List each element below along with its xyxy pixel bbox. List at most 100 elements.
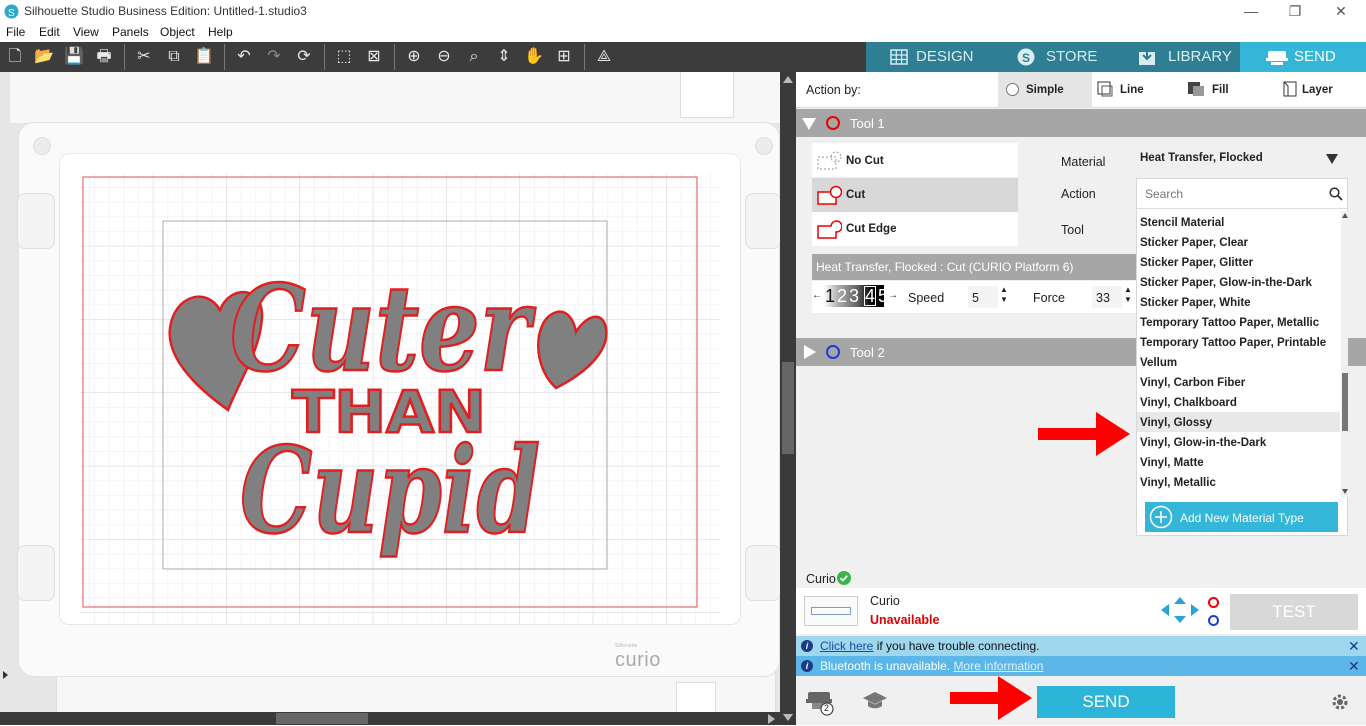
cut-option-no-cut[interactable]: No Cut: [812, 143, 1018, 177]
material-item-vinyl-metallic[interactable]: Vinyl, Metallic: [1140, 473, 1216, 493]
depth-left-arrow-icon[interactable]: ←: [812, 290, 822, 301]
fit-to-page-icon[interactable]: ⊞: [552, 46, 576, 68]
mode-fill-label: Fill: [1212, 84, 1229, 96]
deselect-icon[interactable]: ⊠: [362, 46, 386, 68]
mat-corner-dot: [755, 137, 773, 155]
mode-fill[interactable]: Fill: [1186, 72, 1266, 108]
select-all-icon[interactable]: ⬚: [332, 46, 356, 68]
paste-icon[interactable]: 📋: [192, 46, 216, 68]
material-item-vinyl-glossy[interactable]: Vinyl, Glossy: [1140, 413, 1212, 433]
new-file-icon[interactable]: 🗋: [3, 46, 27, 68]
material-item-sticker-paper-glitter[interactable]: Sticker Paper, Glitter: [1140, 253, 1253, 273]
copy-icon[interactable]: ⧉: [162, 46, 186, 68]
canvas-horizontal-scrollbar[interactable]: [0, 712, 780, 725]
material-item-sticker-paper-white[interactable]: Sticker Paper, White: [1140, 293, 1251, 313]
drag-zoom-icon[interactable]: ⇕: [492, 46, 516, 68]
close-window-icon[interactable]: ✕: [1318, 0, 1364, 24]
device-status: Unavailable: [870, 613, 940, 627]
menu-edit[interactable]: Edit: [39, 25, 60, 39]
add-material-button[interactable]: Add New Material Type: [1145, 502, 1338, 532]
design-word-cupid[interactable]: Cupid: [239, 420, 542, 562]
speed-input[interactable]: 5: [968, 286, 998, 308]
material-item-vellum[interactable]: Vellum: [1140, 353, 1177, 373]
canvas-expand-arrow-icon[interactable]: [0, 668, 10, 682]
chevron-down-icon[interactable]: [1326, 154, 1338, 164]
material-item-sticker-paper-glow[interactable]: Sticker Paper, Glow-in-the-Dark: [1140, 273, 1312, 293]
scrollbar-thumb[interactable]: [276, 713, 368, 724]
tab-design[interactable]: DESIGN: [866, 42, 992, 72]
redraw-icon[interactable]: ⟳: [292, 46, 316, 68]
tab-library[interactable]: LIBRARY: [1116, 42, 1240, 72]
tool2-label: Tool 2: [850, 345, 885, 360]
expand-arrow-icon[interactable]: [804, 345, 816, 359]
minimize-icon[interactable]: —: [1228, 0, 1274, 24]
tool1-settings-row: ← 1 2 3 4 5 → Speed 5 ▲ ▼ Force 33 ▲ ▼: [812, 281, 1136, 313]
material-select[interactable]: Heat Transfer, Flocked: [1136, 143, 1348, 175]
scroll-up-icon[interactable]: [783, 76, 793, 83]
scroll-right-icon[interactable]: [768, 714, 775, 724]
tab-send[interactable]: SEND: [1240, 42, 1366, 72]
scrollbar-thumb[interactable]: [1342, 373, 1348, 431]
mode-layer[interactable]: Layer: [1280, 72, 1360, 108]
redo-icon[interactable]: ↷: [262, 46, 286, 68]
toolbar-divider: [394, 44, 395, 70]
test-button[interactable]: TEST: [1230, 594, 1358, 630]
heart-right-shape[interactable]: [537, 310, 608, 390]
tool2-header[interactable]: Tool 2: [796, 338, 1136, 366]
menu-object[interactable]: Object: [160, 25, 195, 39]
cut-option-cut-edge[interactable]: Cut Edge: [812, 212, 1018, 246]
blade-depth-scale[interactable]: 1 2 3 4 5: [824, 285, 884, 307]
print-icon[interactable]: 🖶: [92, 46, 116, 68]
restore-icon[interactable]: ❐: [1272, 0, 1318, 24]
scroll-up-icon[interactable]: [1342, 213, 1348, 218]
scroll-down-icon[interactable]: [1342, 489, 1348, 494]
speed-stepper-icon[interactable]: ▲ ▼: [1000, 285, 1008, 305]
material-item-sticker-paper-clear[interactable]: Sticker Paper, Clear: [1140, 233, 1248, 253]
click-here-link[interactable]: Click here: [820, 639, 873, 653]
close-info-icon[interactable]: ✕: [1348, 656, 1360, 676]
gear-icon[interactable]: [1330, 692, 1350, 712]
material-item-tattoo-printable[interactable]: Temporary Tattoo Paper, Printable: [1140, 333, 1326, 353]
zoom-select-icon[interactable]: ⌕: [462, 46, 486, 68]
force-input[interactable]: 33: [1092, 286, 1122, 308]
save-icon[interactable]: 💾: [62, 46, 86, 68]
zoom-out-icon[interactable]: ⊖: [432, 46, 456, 68]
tool1-header[interactable]: Tool 1: [796, 109, 1366, 137]
scrollbar-thumb[interactable]: [782, 362, 794, 454]
more-information-link[interactable]: More information: [953, 659, 1043, 673]
undo-icon[interactable]: ↶: [232, 46, 256, 68]
scroll-down-icon[interactable]: [783, 714, 793, 721]
menu-view[interactable]: View: [73, 25, 99, 39]
tab-store[interactable]: S STORE: [992, 42, 1116, 72]
collapse-arrow-icon[interactable]: [802, 118, 816, 130]
material-item-stencil-material[interactable]: Stencil Material: [1140, 213, 1224, 233]
canvas-vertical-scrollbar[interactable]: [780, 72, 796, 725]
material-item-tattoo-metallic[interactable]: Temporary Tattoo Paper, Metallic: [1140, 313, 1319, 333]
tool-label: Tool: [1061, 223, 1084, 237]
cut-option-cut[interactable]: Cut: [812, 178, 1018, 212]
zoom-in-icon[interactable]: ⊕: [402, 46, 426, 68]
cut-scissors-icon[interactable]: ✂: [132, 46, 156, 68]
material-item-vinyl-glow[interactable]: Vinyl, Glow-in-the-Dark: [1140, 433, 1266, 453]
material-search-input[interactable]: [1139, 183, 1319, 205]
material-item-vinyl-matte[interactable]: Vinyl, Matte: [1140, 453, 1204, 473]
material-item-vinyl-chalkboard[interactable]: Vinyl, Chalkboard: [1140, 393, 1237, 413]
open-folder-icon[interactable]: 📂: [32, 46, 56, 68]
mode-simple[interactable]: Simple: [998, 72, 1092, 108]
close-info-icon[interactable]: ✕: [1348, 636, 1360, 656]
search-icon[interactable]: [1329, 187, 1343, 201]
force-stepper-icon[interactable]: ▲ ▼: [1124, 285, 1132, 305]
print-and-cut-icon[interactable]: [806, 688, 834, 716]
menu-panels[interactable]: Panels: [112, 25, 149, 39]
design-artwork[interactable]: Cuter THAN Cupid: [160, 220, 620, 580]
menu-help[interactable]: Help: [208, 25, 233, 39]
material-item-vinyl-carbon-fiber[interactable]: Vinyl, Carbon Fiber: [1140, 373, 1245, 393]
depth-right-arrow-icon[interactable]: →: [888, 290, 898, 301]
menu-file[interactable]: File: [6, 25, 25, 39]
move-arrows-icon[interactable]: [1160, 596, 1200, 624]
mode-line[interactable]: Line: [1096, 72, 1176, 108]
send-button[interactable]: SEND: [1037, 686, 1175, 718]
design-store-icon[interactable]: ⟁: [592, 46, 616, 68]
pan-hand-icon[interactable]: ✋: [522, 46, 546, 68]
tutorial-cap-icon[interactable]: [862, 690, 888, 712]
